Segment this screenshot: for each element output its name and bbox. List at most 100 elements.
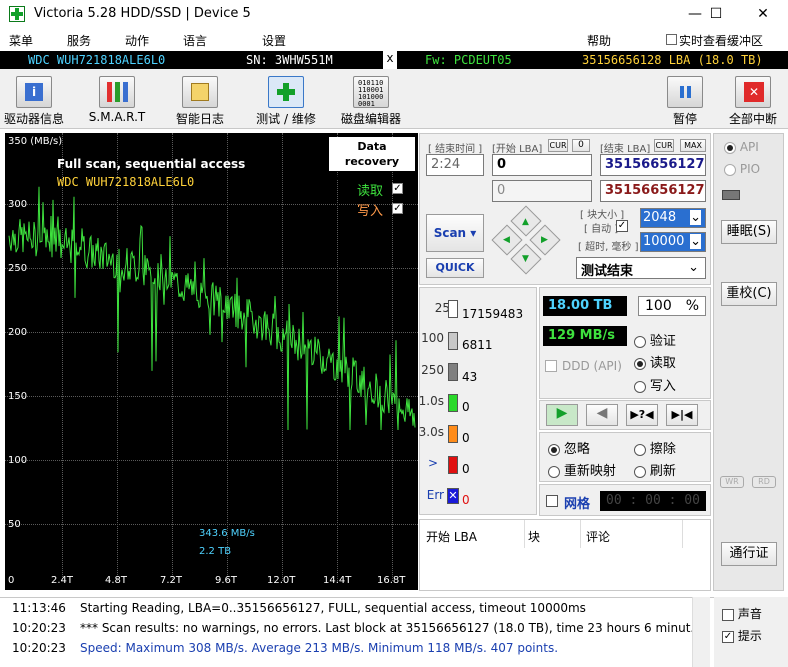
disk-editor-button[interactable]: 010110 110001 101000 0001 磁盘编辑器 <box>336 74 406 126</box>
end-time-field[interactable]: 2:24 <box>426 154 484 176</box>
menu-item-service[interactable]: 服务 <box>67 32 91 49</box>
quick-button[interactable]: QUICK <box>426 258 484 278</box>
block-size-select[interactable]: 2048 ⌄ <box>640 208 706 228</box>
cur-start-button[interactable]: CUR <box>548 139 568 152</box>
read-speed-series <box>8 186 416 431</box>
realtime-buffer-label: 实时查看缓冲区 <box>679 34 764 48</box>
device-serial: SN: 3WHW551M <box>246 53 333 67</box>
passport-button[interactable]: 通行证 <box>721 542 777 566</box>
direction-pad[interactable]: ▲ ◀ ▶ ▼ <box>491 205 561 275</box>
pause-icon <box>667 76 703 108</box>
menu-item-actions[interactable]: 动作 <box>125 32 149 49</box>
ddd-api-checkbox[interactable] <box>545 360 557 372</box>
end-lba-field-2[interactable]: 35156656127 <box>600 180 706 202</box>
test-repair-button[interactable]: 测试 / 维修 <box>252 74 320 126</box>
mode-write[interactable]: 写入 <box>634 375 676 394</box>
grid-label: 网格 <box>564 497 591 512</box>
play-icon[interactable]: ▶ <box>546 404 578 426</box>
side-panel: API PIO 睡眠(S) 重校(C) WR RD 通行证 <box>713 133 784 591</box>
app-icon <box>9 6 25 22</box>
block-stats-panel: 25 17159483 100 6811 250 43 1.0s 0 3.0s … <box>419 287 537 515</box>
scan-settings-panel: [ 结束时间 ] 2:24 [开始 LBA] CUR 0 0 0 [结束 LBA… <box>419 133 711 285</box>
menu-item-settings[interactable]: 设置 <box>262 32 286 49</box>
pause-button[interactable]: 暂停 <box>660 74 710 126</box>
action-refresh[interactable]: 刷新 <box>634 460 676 479</box>
grid-timer-panel: 网格 00 : 00 : 00 <box>539 484 711 516</box>
interface-pio[interactable]: PIO <box>724 162 760 176</box>
jump-to-icon[interactable]: ▶?◀ <box>626 404 658 426</box>
device-firmware: Fw: PCDEUT05 <box>425 53 512 67</box>
device-lba-capacity: 35156656128 LBA (18.0 TB) <box>582 53 763 67</box>
scan-button[interactable]: Scan ▾ <box>426 214 484 252</box>
interface-api[interactable]: API <box>724 140 759 154</box>
clear-device-button[interactable]: x <box>383 51 397 69</box>
action-erase[interactable]: 擦除 <box>634 438 676 457</box>
stat-swatch-25 <box>448 300 458 318</box>
start-lba-field-2[interactable]: 0 <box>492 180 592 202</box>
log-scrollbar[interactable] <box>692 597 710 667</box>
mode-read[interactable]: 读取 <box>634 352 676 371</box>
wr-indicator: WR <box>720 476 744 488</box>
current-speed: 129 MB/s <box>543 326 627 346</box>
grid-timer: 00 : 00 : 00 <box>600 491 706 511</box>
device-info-bar: WDC WUH721818ALE6L0 SN: 3WHW551M x Fw: P… <box>0 51 788 69</box>
status-select[interactable]: 测试结束 ⌄ <box>576 257 706 279</box>
playback-bar: ▶ ◀ ▶?◀ ▶|◀ <box>539 400 711 430</box>
menu-item-help[interactable]: 帮助 <box>587 32 611 49</box>
toolbar: i 驱动器信息 S.M.A.R.T 智能日志 测试 / 维修 010110 110… <box>0 69 788 129</box>
stat-count-err: 0 <box>462 493 470 507</box>
stat-swatch-100 <box>448 332 458 350</box>
device-indicator <box>722 190 740 200</box>
menu-item-main[interactable]: 菜单 <box>9 32 33 49</box>
jump-end-icon[interactable]: ▶|◀ <box>666 404 698 426</box>
sound-toggle[interactable]: 声音 <box>722 605 762 622</box>
cur-end-button[interactable]: CUR <box>654 139 674 152</box>
end-lba-field[interactable]: 35156656127 <box>600 154 706 176</box>
sleep-button[interactable]: 睡眠(S) <box>721 220 777 244</box>
col-comment[interactable]: 评论 <box>586 528 610 545</box>
auto-checkbox[interactable]: ✓ <box>616 220 628 232</box>
timeout-select[interactable]: 10000 ⌄ <box>640 232 706 252</box>
col-block[interactable]: 块 <box>528 528 540 545</box>
abort-all-button[interactable]: ✕ 全部中断 <box>724 74 782 126</box>
hint-toggle[interactable]: ✓ 提示 <box>722 627 762 644</box>
ddd-api-label: DDD (API) <box>562 359 622 373</box>
zero-start-button[interactable]: 0 <box>572 139 590 152</box>
stat-count-250: 43 <box>462 370 478 384</box>
medkit-icon <box>268 76 304 108</box>
cursor-speed-readout: 343.6 MB/s <box>199 528 255 539</box>
window-title: Victoria 5.28 HDD/SSD | Device 5 <box>34 6 251 21</box>
binary-editor-icon: 010110 110001 101000 0001 <box>353 76 389 108</box>
drive-info-button[interactable]: i 驱动器信息 <box>2 74 66 126</box>
stat-swatch-250 <box>448 363 458 381</box>
smart-log-button[interactable]: 智能日志 <box>170 74 230 126</box>
mode-verify[interactable]: 验证 <box>634 330 676 349</box>
speed-line-chart <box>8 186 416 431</box>
stat-count-25: 17159483 <box>462 307 524 321</box>
start-lba-field[interactable]: 0 <box>492 154 592 176</box>
cursor-position-readout: 2.2 TB <box>199 546 232 557</box>
maximize-button[interactable]: ☐ <box>693 0 739 29</box>
test-tubes-icon <box>99 76 135 108</box>
stat-count-over: 0 <box>462 462 470 476</box>
stat-swatch-err: ✕ <box>447 488 459 504</box>
stat-count-1s: 0 <box>462 400 470 414</box>
rd-indicator: RD <box>752 476 776 488</box>
stat-swatch-3s <box>448 425 458 443</box>
rewind-icon[interactable]: ◀ <box>586 404 618 426</box>
grid-checkbox[interactable] <box>546 495 558 507</box>
col-start-lba[interactable]: 开始 LBA <box>426 528 477 545</box>
recalibrate-button[interactable]: 重校(C) <box>721 282 777 306</box>
close-window-button[interactable]: ✕ <box>740 0 786 29</box>
realtime-buffer-checkbox[interactable] <box>666 34 677 45</box>
event-log: 11:13:46 Starting Reading, LBA=0..351566… <box>0 597 714 667</box>
smart-button[interactable]: S.M.A.R.T <box>86 74 148 126</box>
menu-item-language[interactable]: 语言 <box>183 32 207 49</box>
max-end-button[interactable]: MAX <box>680 139 706 152</box>
action-remap[interactable]: 重新映射 <box>548 460 616 479</box>
stat-count-3s: 0 <box>462 431 470 445</box>
processed-size: 18.00 TB <box>543 296 627 316</box>
action-ignore[interactable]: 忽略 <box>548 438 590 457</box>
title-bar: Victoria 5.28 HDD/SSD | Device 5 — ☐ ✕ <box>0 0 788 29</box>
stat-swatch-1s <box>448 394 458 412</box>
